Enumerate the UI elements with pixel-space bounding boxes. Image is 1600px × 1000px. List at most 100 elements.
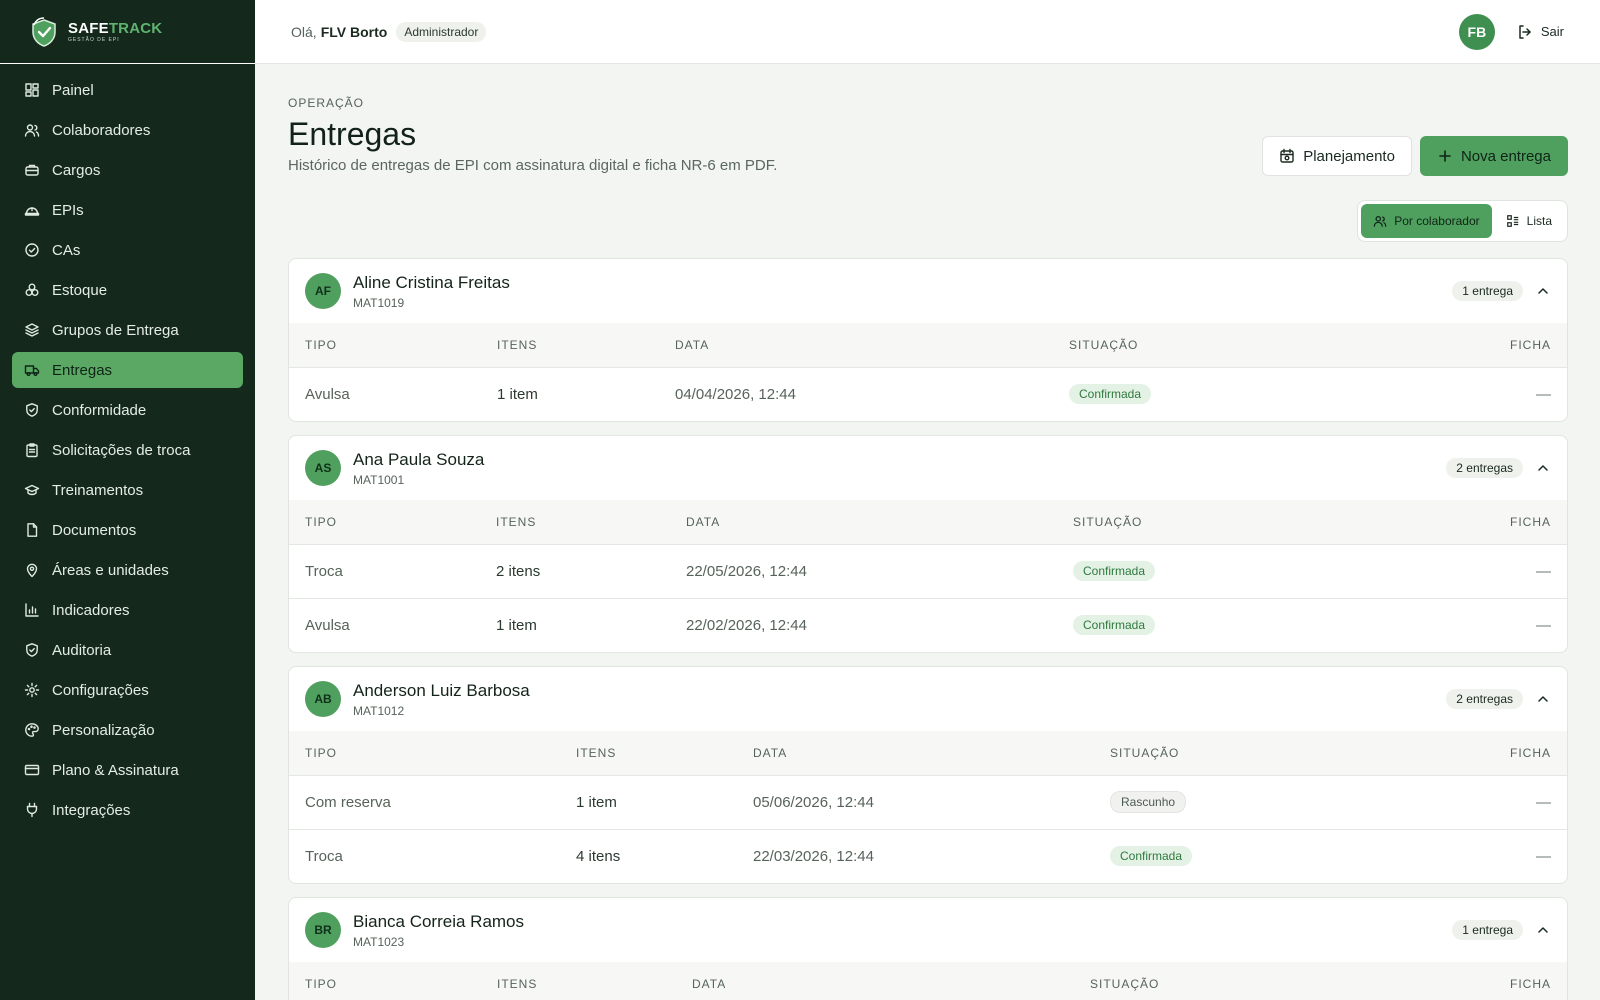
sidebar-item-plano-assinatura[interactable]: Plano & Assinatura	[12, 752, 243, 788]
chevron-up-icon[interactable]	[1535, 460, 1551, 476]
sidebar-item-estoque[interactable]: Estoque	[12, 272, 243, 308]
sidebar-item-solicitacoes-de-troca[interactable]: Solicitações de troca	[12, 432, 243, 468]
cell-ficha: —	[1536, 847, 1551, 865]
delivery-table: TIPO ITENS DATA SITUAÇÃO FICHA Avulsa 1 item 04…	[289, 323, 1567, 421]
boxes-icon	[25, 283, 39, 296]
delivery-groups: AF Aline Cristina Freitas MAT1019 1 entrega…	[288, 258, 1568, 1000]
delivery-count-badge: 1 entrega	[1452, 281, 1523, 301]
cell-ficha: —	[1447, 544, 1567, 599]
logout-icon	[1519, 24, 1531, 39]
sidebar-item-conformidade[interactable]: Conformidade	[12, 392, 243, 428]
sidebar-item-label: Personalização	[52, 721, 155, 739]
sidebar-item-label: Integrações	[52, 801, 131, 819]
col-tipo: TIPO	[289, 323, 481, 368]
table-row[interactable]: Troca 4 itens 22/03/2026, 12:44 Confirmada —	[289, 829, 1567, 883]
status-badge: Confirmada	[1069, 384, 1152, 405]
top-header: Olá, FLV Borto Administrador FB Sair	[255, 0, 1600, 64]
col-ficha: FICHA	[1447, 731, 1567, 776]
brand[interactable]: SAFETRACK GESTÃO DE EPI	[0, 0, 255, 64]
employee-avatar: BR	[305, 912, 341, 948]
sidebar-item-configuracoes[interactable]: Configurações	[12, 672, 243, 708]
cell-tipo: Com reserva	[289, 775, 560, 830]
palette-icon	[25, 723, 39, 737]
table-row[interactable]: Avulsa 1 item 22/02/2026, 12:44 Confirmada —	[289, 598, 1567, 652]
sidebar-item-epis[interactable]: EPIs	[12, 192, 243, 228]
group-header[interactable]: BR Bianca Correia Ramos MAT1023 1 entrega	[289, 898, 1567, 962]
sidebar-item-areas-e-unidades[interactable]: Áreas e unidades	[12, 552, 243, 588]
sidebar-item-painel[interactable]: Painel	[12, 72, 243, 108]
brand-name: SAFETRACK	[68, 19, 163, 37]
col-ficha: FICHA	[1447, 323, 1567, 368]
sidebar-item-grupos-de-entrega[interactable]: Grupos de Entrega	[12, 312, 243, 348]
sidebar-item-indicadores[interactable]: Indicadores	[12, 592, 243, 628]
sidebar-item-entregas[interactable]: Entregas	[12, 352, 243, 388]
view-toggle: Por colaborador Lista	[1357, 200, 1568, 242]
status-badge: Confirmada	[1110, 846, 1193, 867]
sidebar-item-auditoria[interactable]: Auditoria	[12, 632, 243, 668]
chevron-up-icon[interactable]	[1535, 691, 1551, 707]
sidebar-item-cargos[interactable]: Cargos	[12, 152, 243, 188]
table-row[interactable]: Com reserva 1 item 05/06/2026, 12:44 Rascun…	[289, 775, 1567, 830]
planning-label: Planejamento	[1303, 147, 1395, 165]
view-by-employee-button[interactable]: Por colaborador	[1361, 204, 1492, 238]
dashboard-icon	[25, 83, 39, 97]
employee-group-card: AB Anderson Luiz Barbosa MAT1012 2 entregas…	[288, 666, 1568, 884]
briefcase-icon	[25, 164, 39, 176]
new-delivery-button[interactable]: Nova entrega	[1419, 136, 1568, 176]
cell-situacao: Confirmada	[1057, 598, 1447, 652]
group-header[interactable]: AB Anderson Luiz Barbosa MAT1012 2 entregas	[289, 667, 1567, 731]
sidebar-item-cas[interactable]: CAs	[12, 232, 243, 268]
sidebar-item-colaboradores[interactable]: Colaboradores	[12, 112, 243, 148]
sidebar-item-label: Entregas	[52, 361, 113, 379]
sidebar-item-label: Estoque	[52, 281, 108, 299]
table-row[interactable]: Avulsa 1 item 04/04/2026, 12:44 Confirmada —	[289, 367, 1567, 421]
logout-label: Sair	[1540, 24, 1564, 39]
sidebar-item-treinamentos[interactable]: Treinamentos	[12, 472, 243, 508]
sidebar-item-personalizacao[interactable]: Personalização	[12, 712, 243, 748]
cell-itens: 2 itens	[480, 544, 670, 599]
delivery-count-badge: 2 entregas	[1446, 689, 1523, 709]
cell-tipo: Avulsa	[305, 616, 350, 634]
sidebar-item-label: Treinamentos	[52, 481, 144, 499]
employee-registration: MAT1001	[353, 472, 405, 487]
sidebar: SAFETRACK GESTÃO DE EPI Painel Colaborado…	[0, 0, 255, 1000]
file-icon	[27, 523, 38, 537]
table-header-row: TIPO ITENS DATA SITUAÇÃO FICHA	[289, 731, 1567, 776]
sidebar-item-label: Indicadores	[52, 601, 130, 619]
user-avatar[interactable]: FB	[1458, 13, 1495, 50]
status-badge: Confirmada	[1073, 615, 1156, 636]
group-header[interactable]: AS Ana Paula Souza MAT1001 2 entregas	[289, 436, 1567, 500]
delivery-count-badge: 2 entregas	[1446, 458, 1523, 478]
group-header[interactable]: AF Aline Cristina Freitas MAT1019 1 entrega	[289, 259, 1567, 323]
helmet-icon	[24, 207, 40, 216]
cell-ficha: —	[1447, 775, 1567, 830]
cell-situacao: Confirmada	[1057, 544, 1447, 599]
col-data: DATA	[676, 962, 1074, 1000]
sidebar-item-documentos[interactable]: Documentos	[12, 512, 243, 548]
employee-group-card: BR Bianca Correia Ramos MAT1023 1 entrega TI…	[288, 897, 1568, 1000]
chevron-up-icon[interactable]	[1535, 922, 1551, 938]
cell-itens: 4 itens	[576, 847, 621, 865]
sidebar-item-label: Configurações	[52, 681, 149, 699]
col-data: DATA	[659, 323, 1053, 368]
main-content: OPERAÇÃO Entregas Histórico de entregas …	[288, 64, 1568, 1000]
table-row[interactable]: Troca 2 itens 22/05/2026, 12:44 Confirmada —	[289, 544, 1567, 599]
sidebar-item-label: Painel	[52, 81, 94, 99]
col-ficha: FICHA	[1447, 962, 1567, 1000]
employee-name: Anderson Luiz Barbosa	[353, 680, 530, 700]
view-list-button[interactable]: Lista	[1494, 204, 1564, 238]
sidebar-item-integracoes[interactable]: Integrações	[12, 792, 243, 828]
logout-button[interactable]: Sair	[1517, 24, 1564, 40]
shield-check-logo-icon	[32, 16, 56, 47]
employee-avatar: AF	[305, 273, 341, 309]
brand-tagline: GESTÃO DE EPI	[68, 36, 120, 43]
planning-button[interactable]: Planejamento	[1262, 136, 1412, 176]
map-pin-icon	[26, 563, 38, 578]
chevron-up-icon[interactable]	[1535, 283, 1551, 299]
sidebar-item-label: Solicitações de troca	[52, 441, 191, 459]
clipboard-icon	[26, 443, 38, 458]
employee-registration: MAT1019	[353, 295, 405, 310]
employee-registration: MAT1023	[353, 934, 405, 949]
plug-icon	[26, 802, 38, 818]
cell-data: 22/05/2026, 12:44	[670, 544, 1057, 599]
